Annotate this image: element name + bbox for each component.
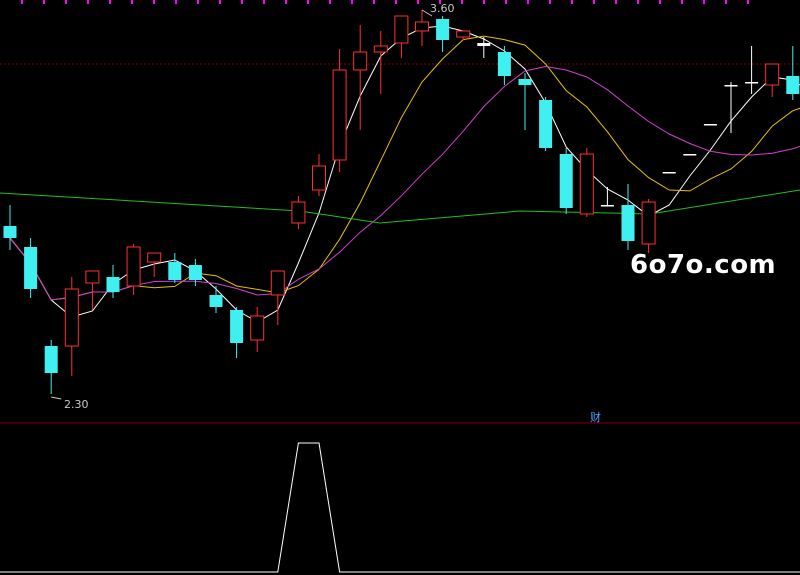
candle-body	[24, 247, 38, 289]
candle-body	[497, 52, 511, 76]
candle-body	[64, 288, 79, 347]
watermark: 6o7o.com	[630, 250, 777, 280]
candle-body	[745, 82, 759, 84]
candle-body	[415, 21, 429, 32]
candle-body	[394, 15, 409, 44]
ma-line-ma60	[0, 189, 800, 224]
candle-body	[188, 265, 202, 280]
low-price-label: 2.30	[64, 398, 89, 411]
candle-body	[270, 270, 285, 296]
candle-body	[579, 153, 594, 215]
finance-badge[interactable]: 财	[590, 409, 601, 425]
candle-body	[436, 19, 450, 40]
candle-body	[332, 69, 347, 161]
candle-body	[703, 124, 717, 126]
candle-body	[683, 154, 697, 156]
candle-body	[85, 270, 100, 284]
candle-body	[126, 246, 141, 287]
candle-body	[168, 262, 182, 280]
candle-body	[518, 79, 532, 85]
candle-body	[373, 45, 388, 53]
candle-body	[353, 51, 368, 71]
candle-body	[291, 201, 306, 224]
candle-body	[641, 201, 656, 245]
candle-body	[724, 85, 738, 87]
candle-body	[765, 63, 780, 86]
candle-body	[3, 226, 17, 238]
low-marker	[51, 396, 62, 400]
candle-body	[786, 76, 800, 94]
candle-body	[559, 154, 573, 208]
candlestick-chart	[0, 0, 800, 573]
high-price-label: 3.60	[430, 2, 455, 15]
candle-body	[250, 315, 265, 341]
candle-body	[662, 172, 676, 174]
candle-body	[209, 295, 223, 307]
candle-body	[456, 30, 471, 38]
candle-body	[44, 346, 58, 373]
candle-body	[312, 165, 326, 191]
candle-body	[539, 100, 553, 148]
candle-body	[106, 277, 120, 292]
indicator-line	[0, 442, 800, 573]
candle-body	[230, 310, 244, 343]
candle-body	[147, 252, 162, 263]
candle-body	[600, 205, 614, 207]
candle-body	[477, 43, 491, 46]
candle-body	[621, 205, 635, 241]
